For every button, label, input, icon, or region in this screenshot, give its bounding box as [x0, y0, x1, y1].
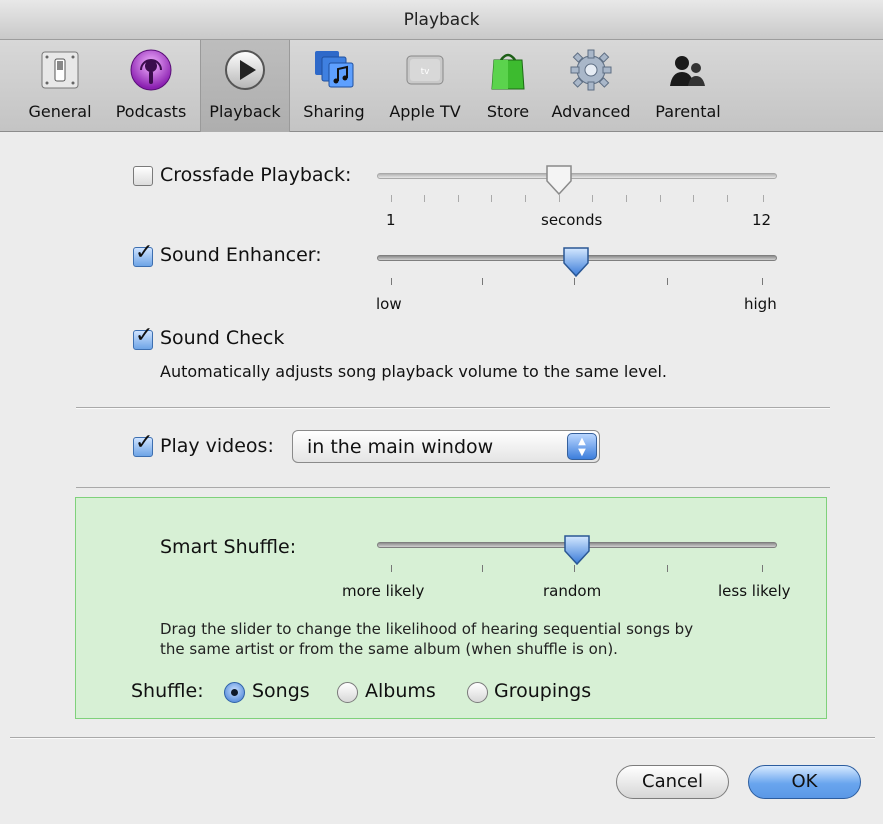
crossfade-label: Crossfade Playback: — [160, 164, 352, 186]
svg-text:tv: tv — [421, 67, 431, 77]
play-videos-label: Play videos: — [160, 435, 274, 457]
tab-advanced-label: Advanced — [551, 102, 631, 121]
parental-icon — [666, 48, 710, 92]
tab-parental[interactable]: Parental — [648, 40, 728, 132]
popup-arrows-icon: ▲ ▼ — [567, 433, 597, 460]
crossfade-checkbox[interactable] — [133, 166, 153, 186]
smart-shuffle-mid-label: random — [543, 582, 602, 600]
ok-button[interactable]: OK — [748, 765, 861, 799]
sound-enhancer-slider-thumb[interactable] — [561, 245, 591, 279]
shuffle-groupings-radio[interactable] — [467, 682, 488, 703]
general-switch-icon — [38, 48, 82, 92]
sharing-icon — [312, 48, 356, 92]
preferences-window: Playback General Podcasts Playback Shari… — [0, 0, 883, 824]
tab-podcasts-label: Podcasts — [115, 102, 187, 121]
tab-podcasts[interactable]: Podcasts — [106, 40, 196, 132]
store-bag-icon — [486, 48, 530, 92]
shuffle-albums-label: Albums — [365, 680, 436, 702]
play-videos-popup[interactable]: in the main window ▲ ▼ — [292, 430, 600, 463]
window-title: Playback — [0, 0, 883, 40]
tab-store[interactable]: Store — [478, 40, 538, 132]
tab-general[interactable]: General — [18, 40, 102, 132]
smart-shuffle-left-label: more likely — [342, 582, 425, 600]
tab-apple-tv[interactable]: tv Apple TV — [380, 40, 470, 132]
shuffle-songs-label: Songs — [252, 680, 310, 702]
tab-apple-tv-label: Apple TV — [389, 102, 461, 121]
tab-sharing[interactable]: Sharing — [295, 40, 373, 132]
crossfade-mid-label: seconds — [541, 211, 603, 229]
sound-enhancer-label: Sound Enhancer: — [160, 244, 322, 266]
sound-enhancer-min-label: low — [376, 295, 402, 313]
apple-tv-icon: tv — [403, 48, 447, 92]
podcasts-icon — [129, 48, 173, 92]
shuffle-groupings-label: Groupings — [494, 680, 592, 702]
tab-advanced[interactable]: Advanced — [543, 40, 639, 132]
gear-icon — [569, 48, 613, 92]
sound-enhancer-checkbox[interactable]: ✓ — [133, 242, 153, 267]
tab-playback[interactable]: Playback — [200, 40, 290, 132]
shuffle-albums-radio[interactable] — [337, 682, 358, 703]
sound-check-label: Sound Check — [160, 327, 285, 349]
play-icon — [223, 48, 267, 92]
smart-shuffle-right-label: less likely — [718, 582, 791, 600]
section-divider-2 — [76, 487, 830, 488]
smart-shuffle-description-2: the same artist or from the same album (… — [160, 640, 618, 658]
tab-store-label: Store — [486, 102, 530, 121]
tab-sharing-label: Sharing — [303, 102, 365, 121]
tab-general-label: General — [28, 102, 92, 121]
crossfade-max-label: 12 — [752, 211, 772, 229]
shuffle-songs-radio[interactable] — [224, 682, 245, 703]
smart-shuffle-description-1: Drag the slider to change the likelihood… — [160, 620, 694, 638]
crossfade-slider-track[interactable] — [377, 173, 777, 179]
crossfade-slider-thumb[interactable] — [544, 163, 574, 197]
smart-shuffle-slider-thumb[interactable] — [562, 533, 592, 567]
tab-playback-label: Playback — [209, 102, 281, 121]
preferences-toolbar: General Podcasts Playback Sharing tv App… — [0, 40, 883, 132]
crossfade-min-label: 1 — [386, 211, 396, 229]
sound-check-checkbox[interactable]: ✓ — [133, 325, 153, 350]
smart-shuffle-label: Smart Shuffle: — [160, 536, 297, 558]
play-videos-checkbox[interactable]: ✓ — [133, 432, 153, 457]
sound-enhancer-max-label: high — [744, 295, 777, 313]
tab-parental-label: Parental — [655, 102, 721, 121]
cancel-button[interactable]: Cancel — [616, 765, 729, 799]
play-videos-value: in the main window — [307, 436, 494, 458]
sound-check-description: Automatically adjusts song playback volu… — [160, 362, 668, 381]
shuffle-label: Shuffle: — [131, 680, 204, 702]
